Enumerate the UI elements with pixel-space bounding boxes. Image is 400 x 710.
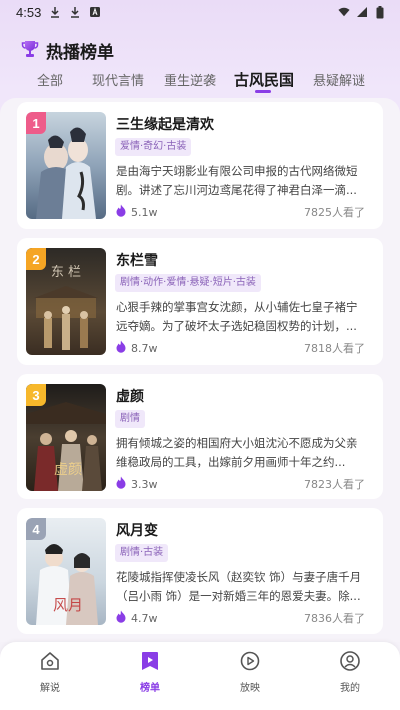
- flame-icon: [115, 476, 127, 492]
- flame-icon: [115, 340, 127, 356]
- tab-rebirth[interactable]: 重生逆袭: [164, 70, 216, 89]
- drama-card[interactable]: 东 栏 2 东栏雪 剧情·动作·爱情·悬疑·短片·古装 心狠手辣的掌事宫女沈颜，…: [17, 238, 383, 365]
- drama-title[interactable]: 风月变: [116, 520, 158, 540]
- signal-icon: [356, 6, 368, 18]
- svg-text:东 栏: 东 栏: [51, 265, 81, 280]
- nav-label: 我的: [340, 683, 360, 694]
- heat-value: 3.3w: [131, 477, 158, 491]
- profile-icon: [339, 650, 361, 676]
- drama-description: 拥有倾城之姿的相国府大小姐沈沁不愿成为父亲维稳政局的工具，出嫁前夕用画师十年之约…: [116, 436, 358, 469]
- drama-title[interactable]: 虚颜: [116, 386, 144, 406]
- nav-item-ranking[interactable]: 榜单: [120, 650, 180, 694]
- rank-badge: 2: [26, 248, 46, 270]
- view-count: 7818人看了: [304, 342, 365, 355]
- drama-tags: 爱情·奇幻·古装: [115, 138, 192, 156]
- drama-description: 是由海宁天翊影业有限公司申报的古代网络微短剧。讲述了忘川河边鸢尾花得了神君白泽一…: [116, 164, 358, 197]
- rank-badge: 3: [26, 384, 46, 406]
- view-count: 7823人看了: [304, 478, 365, 491]
- page-title: 热播榜单: [46, 43, 114, 63]
- drama-poster: 风月 4: [26, 518, 106, 625]
- drama-heat: 8.7w: [115, 340, 158, 356]
- ranking-list[interactable]: 1 三生缘起是清欢 爱情·奇幻·古装 是由海宁天翊影业有限公司申报的古代网络微短…: [0, 98, 400, 642]
- battery-icon: [374, 5, 386, 18]
- home-icon: [39, 650, 61, 676]
- tab-mystery[interactable]: 悬疑解谜: [313, 70, 365, 89]
- drama-tags: 剧情·古装: [115, 544, 169, 562]
- drama-title[interactable]: 东栏雪: [116, 250, 158, 270]
- flame-icon: [115, 204, 127, 220]
- drama-poster: 东 栏 2: [26, 248, 106, 355]
- heat-value: 4.7w: [131, 611, 158, 625]
- drama-title[interactable]: 三生缘起是清欢: [116, 114, 214, 134]
- drama-card[interactable]: 风月 4 风月变 剧情·古装 花陵城指挥使凌长风（赵奕钦 饰）与妻子唐千月（吕小…: [17, 508, 383, 634]
- nav-item-screening[interactable]: 放映: [220, 650, 280, 694]
- drama-poster: 虚颜 3: [26, 384, 106, 491]
- status-bar: 4:53: [0, 0, 400, 24]
- status-time: 4:53: [16, 4, 42, 20]
- nav-item-commentary[interactable]: 解说: [20, 650, 80, 694]
- rank-badge: 4: [26, 518, 46, 540]
- tab-all[interactable]: 全部: [37, 70, 63, 89]
- trophy-icon: [20, 39, 40, 63]
- ranking-icon: [139, 650, 161, 676]
- category-tabs: 全部 现代言情 重生逆袭 古风民国 悬疑解谜: [0, 70, 400, 96]
- tab-modern-romance[interactable]: 现代言情: [92, 70, 144, 89]
- flame-icon: [115, 610, 127, 626]
- heat-value: 5.1w: [131, 205, 158, 219]
- drama-tags: 剧情·动作·爱情·悬疑·短片·古装: [115, 274, 261, 292]
- wifi-icon: [338, 6, 350, 18]
- drama-poster: 1: [26, 112, 106, 219]
- bottom-nav: 解说 榜单 放映 我的: [0, 642, 400, 710]
- nav-item-profile[interactable]: 我的: [320, 650, 380, 694]
- download-icon: [69, 6, 81, 18]
- nav-label: 放映: [240, 683, 260, 694]
- heat-value: 8.7w: [131, 341, 158, 355]
- view-count: 7836人看了: [304, 612, 365, 625]
- drama-heat: 3.3w: [115, 476, 158, 492]
- drama-description: 心狠手辣的掌事宫女沈颜，从小辅佐七皇子褚宁远夺嫡。为了破坏太子选妃稳固权势的计划…: [116, 300, 358, 333]
- view-count: 7825人看了: [304, 206, 365, 219]
- play-icon: [239, 650, 261, 676]
- rank-badge: 1: [26, 112, 46, 134]
- drama-card[interactable]: 1 三生缘起是清欢 爱情·奇幻·古装 是由海宁天翊影业有限公司申报的古代网络微短…: [17, 102, 383, 229]
- drama-heat: 5.1w: [115, 204, 158, 220]
- svg-text:虚颜: 虚颜: [54, 462, 82, 478]
- active-tab-indicator: [255, 90, 271, 93]
- svg-text:风月: 风月: [53, 596, 83, 614]
- tab-ancient-republic[interactable]: 古风民国: [234, 69, 294, 90]
- drama-heat: 4.7w: [115, 610, 158, 626]
- download-icon: [49, 6, 61, 18]
- drama-description: 花陵城指挥使凌长风（赵奕钦 饰）与妻子唐千月（吕小雨 饰）是一对新婚三年的恩爱夫…: [116, 570, 362, 603]
- app-notification-icon: [89, 6, 101, 18]
- drama-card[interactable]: 虚颜 3 虚颜 剧情 拥有倾城之姿的相国府大小姐沈沁不愿成为父亲维稳政局的工具，…: [17, 374, 383, 499]
- nav-label: 解说: [40, 683, 60, 694]
- drama-tags: 剧情: [115, 410, 145, 428]
- nav-label: 榜单: [140, 683, 160, 694]
- page-header: 热播榜单: [20, 38, 114, 63]
